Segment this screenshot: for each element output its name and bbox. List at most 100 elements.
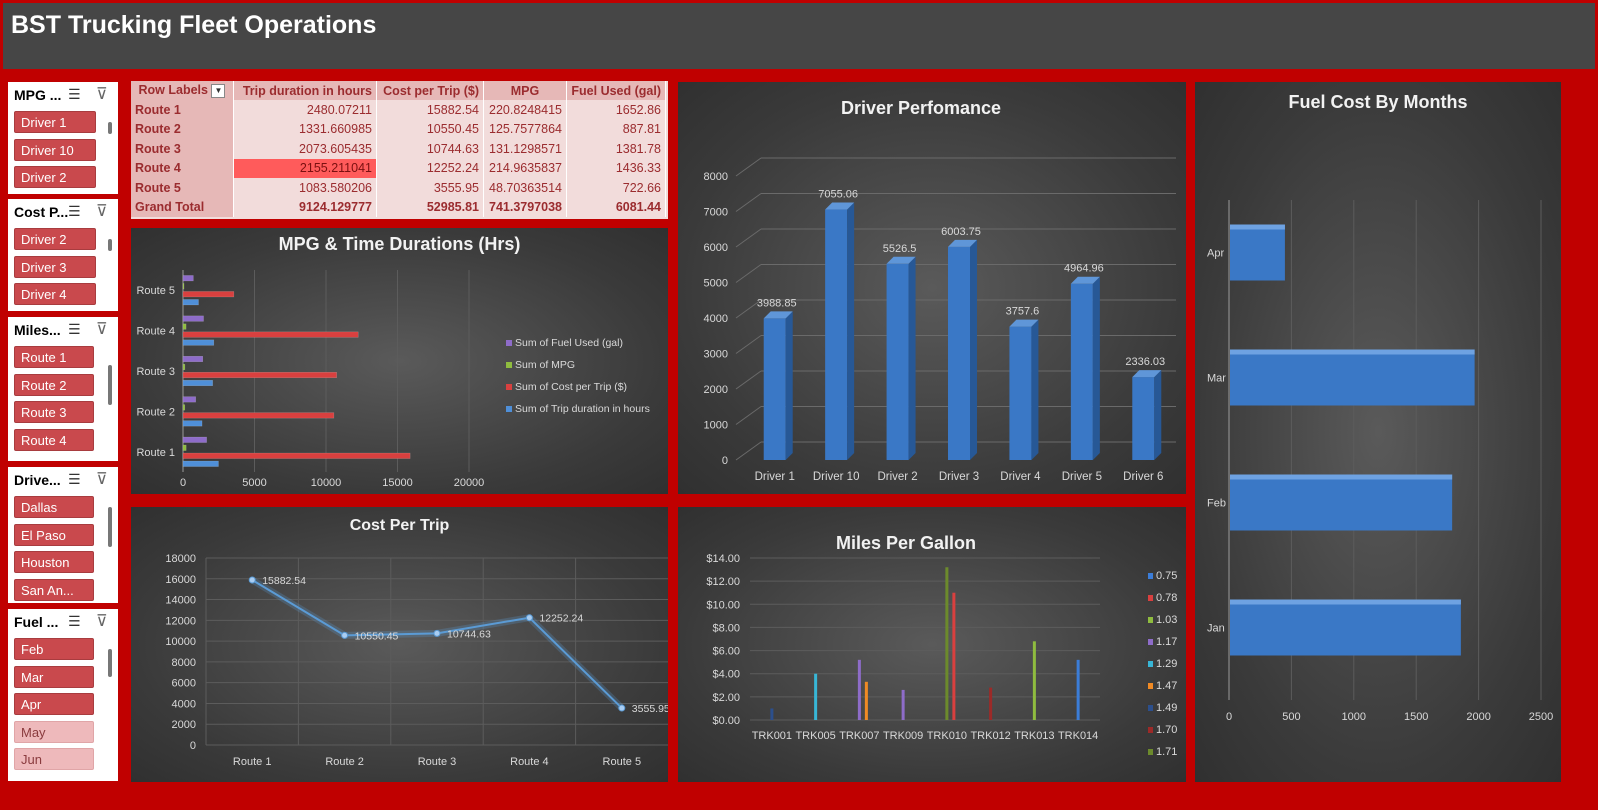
clear-filter-icon[interactable]: ⊽ — [96, 611, 108, 631]
pivot-header-row-labels[interactable]: Row Labels ▼ — [131, 81, 234, 100]
legend-label: 1.47 — [1156, 680, 1177, 692]
pivot-header-mpg[interactable]: MPG — [483, 81, 567, 100]
pivot-cell[interactable]: 6081.44 — [566, 197, 666, 217]
tick-label: 1000 — [704, 420, 728, 432]
pivot-cell[interactable]: 52985.81 — [376, 197, 484, 217]
pivot-cell[interactable]: 1652.86 — [566, 100, 666, 120]
slicer-item[interactable]: Route 1 — [14, 346, 94, 368]
multi-select-icon[interactable]: ☰ — [68, 471, 81, 488]
slicer-item[interactable]: San An... — [14, 578, 94, 601]
pivot-cell[interactable]: 10744.63 — [376, 139, 484, 159]
pivot-cell[interactable]: 2480.07211 — [233, 100, 377, 120]
mpg-time-chart: 0 5000 10000 15000 20000 Route 1 Route 2 Route … — [136, 270, 650, 489]
multi-select-icon[interactable]: ☰ — [68, 203, 81, 220]
data-label: 15882.54 — [262, 575, 306, 587]
slicer-item[interactable]: Feb — [14, 638, 94, 660]
pivot-cell[interactable]: 125.7577864 — [483, 119, 567, 139]
pivot-cell[interactable]: 722.66 — [566, 178, 666, 198]
miles-per-gallon-chart: $0.00 $2.00 $4.00 $6.00 $8.00 $10.00 $12.00 $14… — [706, 553, 1177, 758]
slicer-item[interactable]: Driver 10 — [14, 138, 96, 161]
pivot-cell[interactable]: 1436.33 — [566, 158, 666, 178]
slicer-3[interactable]: Miles... ☰ ⊽ Route 1 Route 2 Route 3 Route 4 — [8, 317, 118, 461]
clear-filter-icon[interactable]: ⊽ — [96, 469, 108, 489]
bar-side — [847, 202, 855, 460]
category-label: Feb — [1207, 498, 1226, 510]
tick-label: 16000 — [165, 574, 196, 586]
slicer-2[interactable]: Cost P... ☰ ⊽ Driver 2 Driver 3 Driver 4 — [8, 199, 118, 311]
slicer-scrollbar[interactable] — [108, 507, 112, 547]
mpg-time-chart-panel[interactable]: MPG & Time Durations (Hrs) 0 5000 10000 150… — [131, 228, 668, 494]
pivot-header-trip-duration[interactable]: Trip duration in hours — [233, 81, 377, 100]
category-label: Route 4 — [136, 326, 175, 338]
pivot-row-label[interactable]: Route 5 — [131, 178, 234, 198]
dropdown-arrow-icon[interactable]: ▼ — [211, 83, 226, 98]
clear-filter-icon[interactable]: ⊽ — [96, 84, 108, 104]
pivot-row-label[interactable]: Route 2 — [131, 119, 234, 139]
tick-label: 5000 — [704, 278, 728, 290]
pivot-cell[interactable]: 131.1298571 — [483, 139, 567, 159]
slicer-item[interactable]: Jun — [14, 748, 94, 770]
slicer-item[interactable]: Dallas — [14, 496, 94, 518]
tick-label: 2000 — [172, 719, 196, 731]
slicer-item[interactable]: Mar — [14, 665, 94, 688]
tick-label: 6000 — [704, 242, 728, 254]
pivot-cell[interactable]: 887.81 — [566, 119, 666, 139]
pivot-cell[interactable]: 220.8248415 — [483, 100, 567, 120]
pivot-cell[interactable]: 1381.78 — [566, 139, 666, 159]
pivot-header-fuel-used[interactable]: Fuel Used (gal) — [566, 81, 666, 100]
pivot-cell[interactable]: 2073.605435 — [233, 139, 377, 159]
cost-trip-chart-panel[interactable]: Cost Per Trip 0 2000 4000 6000 8000 10000 1200… — [131, 507, 668, 782]
slicer-item[interactable]: Route 2 — [14, 373, 94, 396]
pivot-cell[interactable]: 48.70363514 — [483, 178, 567, 198]
bar — [182, 364, 186, 370]
slicer-scrollbar[interactable] — [108, 122, 112, 134]
driver-performance-panel[interactable]: Driver Perfomance 0 1000 2000 3000 4000 5000 6… — [678, 82, 1186, 494]
bar — [182, 412, 335, 419]
pivot-cell[interactable]: 15882.54 — [376, 100, 484, 120]
slicer-item[interactable]: Driver 3 — [14, 255, 96, 278]
multi-select-icon[interactable]: ☰ — [68, 321, 81, 338]
data-point — [248, 576, 256, 584]
slicer-scrollbar[interactable] — [108, 239, 112, 251]
category-label: Mar — [1207, 373, 1226, 385]
legend-swatch — [1148, 573, 1153, 579]
pivot-cell[interactable]: 1331.660985 — [233, 119, 377, 139]
multi-select-icon[interactable]: ☰ — [68, 86, 81, 103]
clear-filter-icon[interactable]: ⊽ — [96, 201, 108, 221]
fuel-cost-months-panel[interactable]: Fuel Cost By Months 0 500 1000 1500 2000 2500… — [1195, 82, 1561, 782]
slicer-4[interactable]: Drive... ☰ ⊽ Dallas El Paso Houston San An... — [8, 467, 118, 603]
pivot-cell[interactable]: 214.9635837 — [483, 158, 567, 178]
slicer-1[interactable]: MPG ... ☰ ⊽ Driver 1 Driver 10 Driver 2 — [8, 82, 118, 194]
bar — [945, 567, 949, 720]
pivot-cell[interactable]: 2155.211041 — [233, 158, 377, 178]
pivot-row-label[interactable]: Grand Total — [131, 197, 234, 217]
pivot-row-label[interactable]: Route 4 — [131, 158, 234, 178]
pivot-row-label[interactable]: Route 3 — [131, 139, 234, 159]
slicer-item[interactable]: Apr — [14, 693, 94, 715]
pivot-cell[interactable]: 741.3797038 — [483, 197, 567, 217]
pivot-cell[interactable]: 1083.580206 — [233, 178, 377, 198]
pivot-cell[interactable]: 3555.95 — [376, 178, 484, 198]
slicer-item[interactable]: Driver 1 — [14, 111, 96, 133]
pivot-row-label[interactable]: Route 1 — [131, 100, 234, 120]
bar — [182, 339, 215, 346]
pivot-cell[interactable]: 9124.129777 — [233, 197, 377, 217]
clear-filter-icon[interactable]: ⊽ — [96, 319, 108, 339]
slicer-scrollbar[interactable] — [108, 649, 112, 677]
pivot-cell[interactable]: 12252.24 — [376, 158, 484, 178]
slicer-item[interactable]: Houston — [14, 551, 94, 573]
slicer-item[interactable]: El Paso — [14, 523, 94, 546]
slicer-item[interactable]: Route 4 — [14, 428, 94, 451]
slicer-item[interactable]: Driver 2 — [14, 166, 96, 188]
slicer-item[interactable]: May — [14, 720, 94, 743]
bar — [948, 246, 970, 460]
slicer-item[interactable]: Driver 4 — [14, 283, 96, 305]
miles-per-gallon-panel[interactable]: Miles Per Gallon $0.00 $2.00 $4.00 $6.00 $8.… — [678, 507, 1186, 782]
pivot-cell[interactable]: 10550.45 — [376, 119, 484, 139]
multi-select-icon[interactable]: ☰ — [68, 613, 81, 630]
slicer-scrollbar[interactable] — [108, 365, 112, 405]
slicer-item[interactable]: Driver 2 — [14, 228, 96, 250]
slicer-5[interactable]: Fuel ... ☰ ⊽ Feb Mar Apr May Jun — [8, 609, 118, 781]
pivot-header-cost-per-trip[interactable]: Cost per Trip ($) — [376, 81, 484, 100]
slicer-item[interactable]: Route 3 — [14, 401, 94, 423]
